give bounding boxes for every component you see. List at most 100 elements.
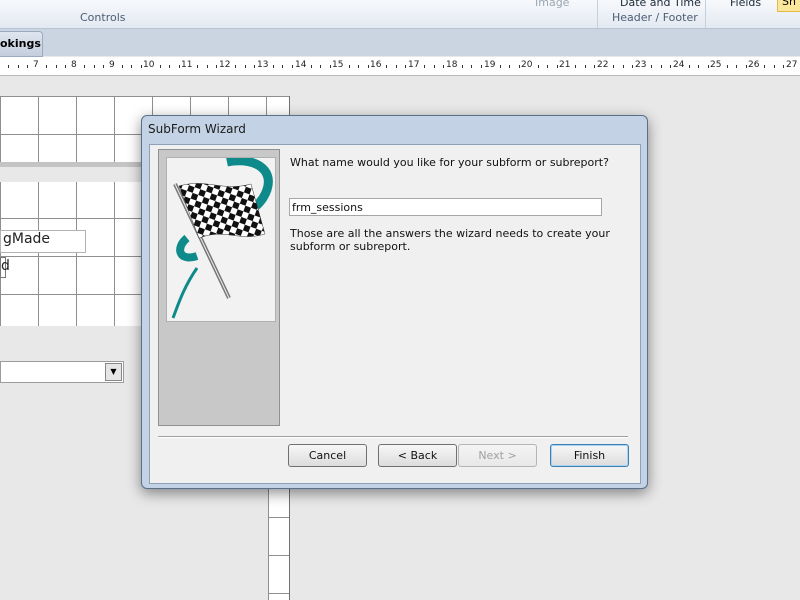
ruler-tick: [169, 65, 170, 68]
form-field-text-box[interactable]: gMade: [0, 230, 86, 253]
ruler-tick: [349, 65, 350, 68]
ruler-number: 10: [143, 60, 155, 70]
subform-wizard-dialog: SubForm Wizard What name would you like …: [141, 115, 648, 489]
ruler-tick: [424, 65, 425, 68]
ruler-tick: [443, 65, 444, 68]
ruler-tick: [585, 65, 586, 68]
ribbon: Image Date and Time Fields Sh Controls H…: [0, 0, 800, 29]
ruler-number: 8: [71, 60, 77, 70]
ruler-tick: [764, 65, 765, 68]
ruler-number: 11: [181, 60, 193, 70]
ruler-tick: [632, 65, 633, 68]
ruler-tick: [774, 65, 775, 68]
ruler-tick: [311, 65, 312, 68]
header-footer-group-label: Header / Footer: [612, 11, 698, 24]
document-tab-bar: okings: [0, 29, 800, 57]
ruler-tick: [320, 65, 321, 68]
ruler-number: 20: [521, 60, 533, 70]
ruler-number: 17: [408, 60, 420, 70]
next-button[interactable]: Next >: [458, 444, 537, 467]
image-control-item[interactable]: Image: [535, 0, 569, 9]
ribbon-separator: [705, 0, 706, 28]
ruler-tick: [746, 65, 747, 68]
ruler-tick: [547, 65, 548, 68]
footer-section-grid: [268, 479, 289, 600]
ruler-tick: [661, 65, 662, 68]
ruler-number: 15: [332, 60, 344, 70]
ruler-tick: [538, 65, 539, 68]
ruler-tick: [698, 65, 699, 68]
ruler-tick: [8, 65, 9, 68]
ruler-number: 25: [710, 60, 722, 70]
date-time-item[interactable]: Date and Time: [620, 0, 701, 9]
ruler-tick: [56, 65, 57, 68]
back-button[interactable]: < Back: [378, 444, 457, 467]
ruler-tick: [292, 65, 293, 68]
ruler-number: 22: [597, 60, 609, 70]
chevron-down-icon[interactable]: ▼: [105, 363, 122, 381]
fields-item[interactable]: Fields: [730, 0, 761, 9]
ruler-tick: [434, 65, 435, 68]
ruler-tick: [594, 65, 595, 68]
ruler-tick: [46, 65, 47, 68]
ruler-tick: [216, 65, 217, 68]
ruler-number: 9: [109, 60, 115, 70]
ruler-tick: [651, 65, 652, 68]
ruler-tick: [405, 65, 406, 68]
ruler-tick: [708, 65, 709, 68]
ruler-tick: [273, 65, 274, 68]
ruler-tick: [386, 65, 387, 68]
ruler-number: 26: [748, 60, 760, 70]
ruler-tick: [670, 65, 671, 68]
wizard-prompt: What name would you like for your subfor…: [290, 156, 609, 169]
finish-button[interactable]: Finish: [550, 444, 629, 467]
ruler-tick: [122, 65, 123, 68]
ruler-tick: [207, 65, 208, 68]
ruler-number: 27: [786, 60, 798, 70]
ruler-number: 21: [559, 60, 571, 70]
dialog-divider: [158, 436, 628, 438]
document-tab[interactable]: okings: [0, 31, 43, 57]
ruler-number: 19: [484, 60, 496, 70]
ruler-number: 16: [370, 60, 382, 70]
ruler-tick: [94, 65, 95, 68]
ruler-tick: [358, 65, 359, 68]
form-field-label[interactable]: d: [0, 257, 10, 278]
ruler-tick: [235, 65, 236, 68]
ruler-number: 18: [446, 60, 458, 70]
ribbon-separator: [597, 0, 598, 28]
ruler-tick: [727, 65, 728, 68]
ruler-tick: [103, 65, 104, 68]
ruler-tick: [197, 65, 198, 68]
ruler-tick: [254, 65, 255, 68]
checkered-flag-icon: [171, 156, 273, 319]
ruler-tick: [557, 65, 558, 68]
ruler-tick: [282, 65, 283, 68]
ruler-tick: [689, 65, 690, 68]
ruler-tick: [471, 65, 472, 68]
ruler-tick: [65, 65, 66, 68]
ruler-number: 12: [219, 60, 231, 70]
ruler-tick: [84, 65, 85, 68]
ruler-tick: [330, 65, 331, 68]
ruler-number: 13: [257, 60, 269, 70]
cancel-button[interactable]: Cancel: [288, 444, 367, 467]
horizontal-ruler: 7891011121314151617181920212223242526272…: [0, 57, 800, 76]
ruler-tick: [575, 65, 576, 68]
form-combo-box[interactable]: ▼: [0, 361, 124, 383]
ruler-number: 23: [635, 60, 647, 70]
ruler-tick: [462, 65, 463, 68]
ruler-tick: [481, 65, 482, 68]
dialog-title: SubForm Wizard: [148, 122, 246, 136]
ruler-number: 14: [295, 60, 307, 70]
checkered-flag-illustration: [166, 156, 276, 322]
subform-name-input[interactable]: [289, 198, 602, 216]
ruler-tick: [613, 65, 614, 68]
ruler-tick: [396, 65, 397, 68]
ruler-tick: [179, 65, 180, 68]
ruler-tick: [500, 65, 501, 68]
ruler-tick: [783, 65, 784, 68]
ruler-tick: [368, 65, 369, 68]
highlighted-ribbon-button[interactable]: Sh: [777, 0, 800, 12]
ruler-tick: [131, 65, 132, 68]
